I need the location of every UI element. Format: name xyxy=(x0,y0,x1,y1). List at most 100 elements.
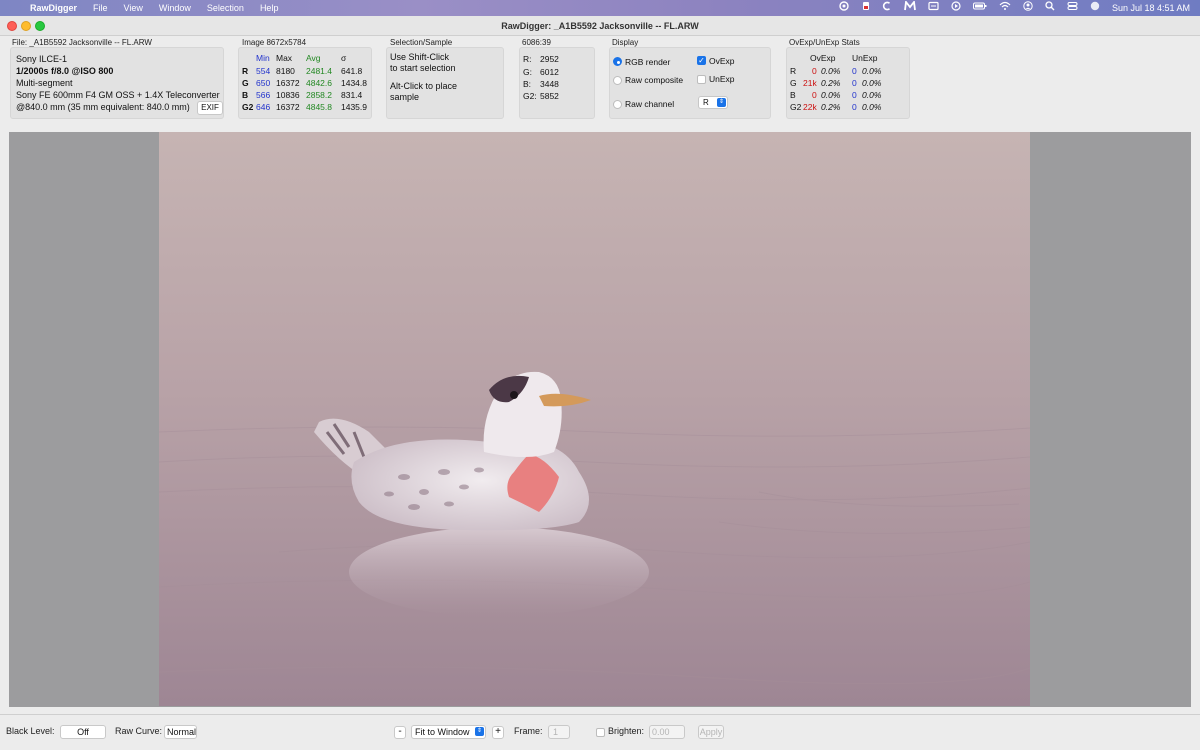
display-panel: RGB render Raw composite Raw channel ✓ O… xyxy=(609,47,771,119)
user-account-icon[interactable] xyxy=(1023,0,1033,16)
window-title: RawDigger: _A1B5592 Jacksonville -- FL.A… xyxy=(501,21,699,31)
menu-file[interactable]: File xyxy=(85,0,116,16)
brighten-checkbox[interactable] xyxy=(596,728,605,737)
chevron-updown-icon: ⇕ xyxy=(475,727,484,736)
raw-channel-select[interactable]: R ⇕ xyxy=(698,96,728,109)
lens-info: Sony FE 600mm F4 GM OSS + 1.4X Teleconve… xyxy=(16,90,220,100)
raw-photo[interactable] xyxy=(159,132,1030,706)
stats-row-min: 554 xyxy=(256,66,271,76)
menu-selection[interactable]: Selection xyxy=(199,0,252,16)
exif-button[interactable]: EXIF xyxy=(197,101,223,115)
stats-row-max: 10836 xyxy=(276,90,300,100)
raw-channel-label[interactable]: Raw channel xyxy=(625,99,674,109)
window-title-bar: RawDigger: _A1B5592 Jacksonville -- FL.A… xyxy=(0,16,1200,36)
zoom-window-button[interactable] xyxy=(35,21,45,31)
macos-menu-bar: RawDigger File View Window Selection Hel… xyxy=(0,0,1200,16)
exposure-settings: 1/2000s f/8.0 @ISO 800 xyxy=(16,66,114,76)
header-avg: Avg xyxy=(306,53,321,63)
selection-hint-line-4: sample xyxy=(390,92,420,102)
frame-select[interactable]: 1 xyxy=(548,725,570,739)
unexp-label[interactable]: UnExp xyxy=(709,74,735,84)
unexp-row-percent: 0.0% xyxy=(862,78,882,88)
menu-window[interactable]: Window xyxy=(151,0,199,16)
black-level-button[interactable]: Off xyxy=(60,725,106,739)
ovexp-row-count: 0 xyxy=(812,90,817,100)
brighten-input-value: 0.00 xyxy=(652,727,670,737)
creative-cloud-icon[interactable] xyxy=(838,0,850,16)
selection-panel-title: Selection/Sample xyxy=(390,38,453,47)
ovexp-checkbox[interactable]: ✓ xyxy=(697,56,706,65)
rgb-render-label[interactable]: RGB render xyxy=(625,57,670,67)
stats-row-channel: G2 xyxy=(242,102,254,112)
stats-row-sigma: 641.8 xyxy=(341,66,363,76)
stats-row-sigma: 1434.8 xyxy=(341,78,367,88)
rgb-render-radio[interactable] xyxy=(613,57,622,66)
display-icon[interactable] xyxy=(928,0,939,16)
stats-row-avg: 2481.4 xyxy=(306,66,332,76)
stats-row-channel: R xyxy=(242,66,249,76)
minimize-window-button[interactable] xyxy=(21,21,31,31)
menubar-clock[interactable]: Sun Jul 18 4:51 AM xyxy=(1112,0,1190,16)
pixel-channel-label: R: xyxy=(523,54,532,64)
pixel-channel-value: 6012 xyxy=(540,67,559,77)
menu-view[interactable]: View xyxy=(116,0,151,16)
zoom-select-value: Fit to Window xyxy=(415,727,470,737)
image-viewport[interactable] xyxy=(9,132,1191,707)
stats-row-max: 8180 xyxy=(276,66,295,76)
close-window-button[interactable] xyxy=(7,21,17,31)
brighten-input[interactable]: 0.00 xyxy=(649,725,685,739)
unexp-row-count: 0 xyxy=(852,102,857,112)
play-circle-icon[interactable] xyxy=(951,0,961,16)
zoom-select[interactable]: Fit to Window ⇕ xyxy=(411,725,486,739)
ovexp-row-channel: B xyxy=(790,90,796,100)
stats-row-avg: 4842.6 xyxy=(306,78,332,88)
file-info-panel: Sony ILCE-1 1/2000s f/8.0 @ISO 800 Multi… xyxy=(10,47,224,119)
ovexp-row-count: 0 xyxy=(812,66,817,76)
selection-panel: Use Shift-Click to start selection Alt-C… xyxy=(386,47,504,119)
siri-icon[interactable] xyxy=(1090,0,1100,16)
ovexp-row-count: 21k xyxy=(803,78,817,88)
menu-help[interactable]: Help xyxy=(252,0,287,16)
selection-hint-line-1: Use Shift-Click xyxy=(390,52,450,62)
battery-icon[interactable] xyxy=(972,0,987,16)
stats-row-min: 646 xyxy=(256,102,271,112)
raw-curve-label: Raw Curve: xyxy=(115,726,163,736)
unexp-row-count: 0 xyxy=(852,66,857,76)
raw-channel-radio[interactable] xyxy=(613,100,622,109)
unexp-row-percent: 0.0% xyxy=(862,66,882,76)
camera-model: Sony ILCE-1 xyxy=(16,54,68,64)
c-app-icon[interactable] xyxy=(882,0,892,16)
ovexp-row-percent: 0.0% xyxy=(821,66,841,76)
raw-channel-select-value: R xyxy=(703,98,709,107)
pixel-channel-value: 2952 xyxy=(540,54,559,64)
control-center-icon[interactable] xyxy=(1067,0,1078,16)
apply-button[interactable]: Apply xyxy=(698,725,724,739)
zoom-out-button[interactable]: - xyxy=(394,726,406,739)
pixel-channel-value: 5852 xyxy=(540,91,559,101)
stats-row-min: 566 xyxy=(256,90,271,100)
stats-row-sigma: 831.4 xyxy=(341,90,363,100)
unexp-header: UnExp xyxy=(852,53,878,63)
unexp-row-percent: 0.0% xyxy=(862,90,882,100)
cursor-coords-title: 6086:39 xyxy=(522,38,551,47)
ovexp-row-percent: 0.2% xyxy=(821,102,841,112)
header-max: Max xyxy=(276,53,293,63)
unexp-checkbox[interactable] xyxy=(697,75,706,84)
malwarebytes-icon[interactable] xyxy=(904,0,916,16)
raw-composite-label[interactable]: Raw composite xyxy=(625,75,683,85)
wifi-icon[interactable] xyxy=(999,0,1011,16)
menu-app-name[interactable]: RawDigger xyxy=(28,0,85,16)
selection-hint-line-3: Alt-Click to place xyxy=(390,81,458,91)
search-icon[interactable] xyxy=(1045,0,1055,16)
image-stats-panel: Min Max Avg σ R 554 8180 2481.4 641.8 G … xyxy=(238,47,372,119)
battery-status-icon[interactable] xyxy=(862,0,870,16)
raw-curve-select[interactable]: Normal xyxy=(164,725,197,739)
raw-composite-radio[interactable] xyxy=(613,76,622,85)
ovexp-header: OvExp xyxy=(810,53,836,63)
ovexp-label[interactable]: OvExp xyxy=(709,56,735,66)
header-sigma: σ xyxy=(341,53,347,63)
chevron-updown-icon: ⇕ xyxy=(717,98,726,107)
focal-length: @840.0 mm (35 mm equivalent: 840.0 mm) xyxy=(16,102,190,112)
ovexp-stats-title: OvExp/UnExp Stats xyxy=(789,38,860,47)
zoom-in-button[interactable]: + xyxy=(492,726,504,739)
